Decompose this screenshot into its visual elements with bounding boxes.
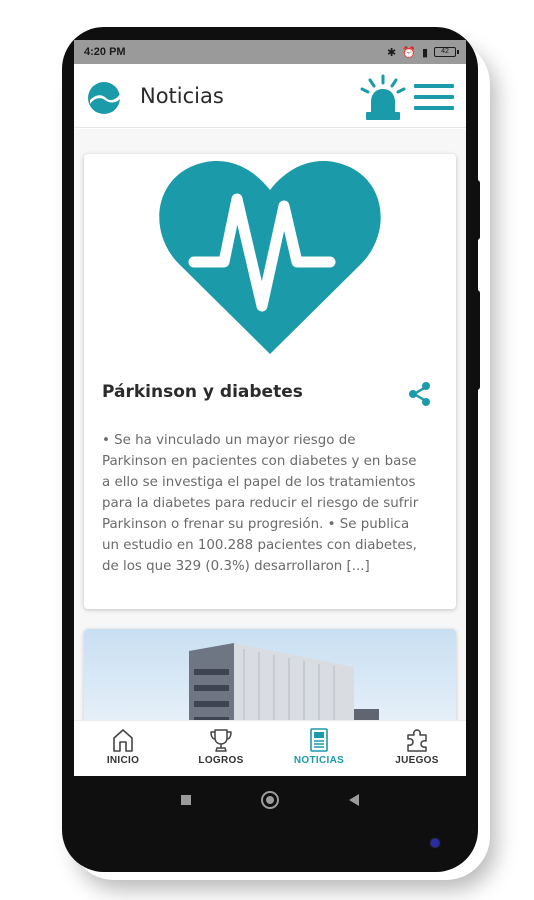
status-icons: ✱ ⏰ ▮ 42	[387, 46, 459, 59]
home-button-icon[interactable]	[261, 791, 279, 809]
news-feed[interactable]: Párkinson y diabetes • Se ha vinculado u…	[74, 129, 466, 721]
newspaper-icon	[310, 728, 328, 752]
bluetooth-icon: ✱	[387, 46, 397, 59]
nav-tab-logros[interactable]: LOGROS	[172, 721, 270, 776]
excerpt-line: de los que 329 (0.3%) desarrollaron [...…	[102, 559, 370, 574]
excerpt-line: Parkinson en pacientes con diabetes y en…	[102, 454, 417, 469]
siren-alert-icon[interactable]	[358, 74, 408, 122]
nav-label: INICIO	[106, 755, 140, 766]
battery-icon: 42	[434, 47, 459, 57]
puzzle-icon	[407, 729, 427, 752]
app-bar: Noticias	[74, 64, 466, 128]
page-title: Noticias	[140, 84, 224, 108]
bottom-navigation: INICIO LOGROS NOTICIAS JUEGOS	[74, 720, 466, 776]
system-navigation	[74, 776, 466, 824]
share-icon[interactable]	[406, 380, 434, 408]
alarm-icon: ⏰	[402, 46, 416, 59]
news-title[interactable]: Párkinson y diabetes	[102, 382, 303, 402]
app-logo-icon[interactable]	[88, 82, 120, 114]
home-icon	[113, 729, 133, 752]
building-photo	[189, 643, 379, 721]
back-icon[interactable]	[349, 794, 359, 806]
status-bar: 4:20 PM ✱ ⏰ ▮ 42	[74, 40, 466, 64]
hamburger-menu-icon[interactable]	[414, 84, 454, 114]
nav-tab-inicio[interactable]: INICIO	[74, 721, 172, 776]
battery-level: 42	[441, 48, 449, 55]
nav-label: NOTICIAS	[293, 755, 345, 766]
news-excerpt: • Se ha vinculado un mayor riesgo de Par…	[102, 430, 442, 577]
sensor-dot	[431, 839, 439, 847]
excerpt-line: para la diabetes para reducir el riesgo …	[102, 496, 419, 511]
trophy-icon	[210, 729, 232, 752]
nav-tab-juegos[interactable]: JUEGOS	[368, 721, 466, 776]
power-button	[474, 180, 480, 240]
nav-label: JUEGOS	[395, 755, 439, 766]
news-card[interactable]: Párkinson y diabetes • Se ha vinculado u…	[84, 154, 456, 609]
phone-screen: 4:20 PM ✱ ⏰ ▮ 42 Noticias Párkinson y di…	[74, 40, 466, 776]
excerpt-line: Parkinson o frenar su progresión. • Se p…	[102, 517, 410, 532]
heart-pulse-icon	[84, 154, 456, 364]
nav-tab-noticias[interactable]: NOTICIAS	[270, 721, 368, 776]
status-time: 4:20 PM	[84, 46, 126, 58]
news-card-2[interactable]	[84, 629, 456, 721]
excerpt-line: • Se ha vinculado un mayor riesgo de	[102, 433, 356, 448]
volume-button	[474, 290, 480, 390]
recent-apps-icon[interactable]	[181, 795, 191, 805]
nav-label: LOGROS	[198, 755, 244, 766]
excerpt-line: un estudio en 100.288 pacientes con diab…	[102, 538, 417, 553]
excerpt-line: a ello se investiga el papel de los trat…	[102, 475, 416, 490]
signal-icon: ▮	[421, 46, 428, 59]
